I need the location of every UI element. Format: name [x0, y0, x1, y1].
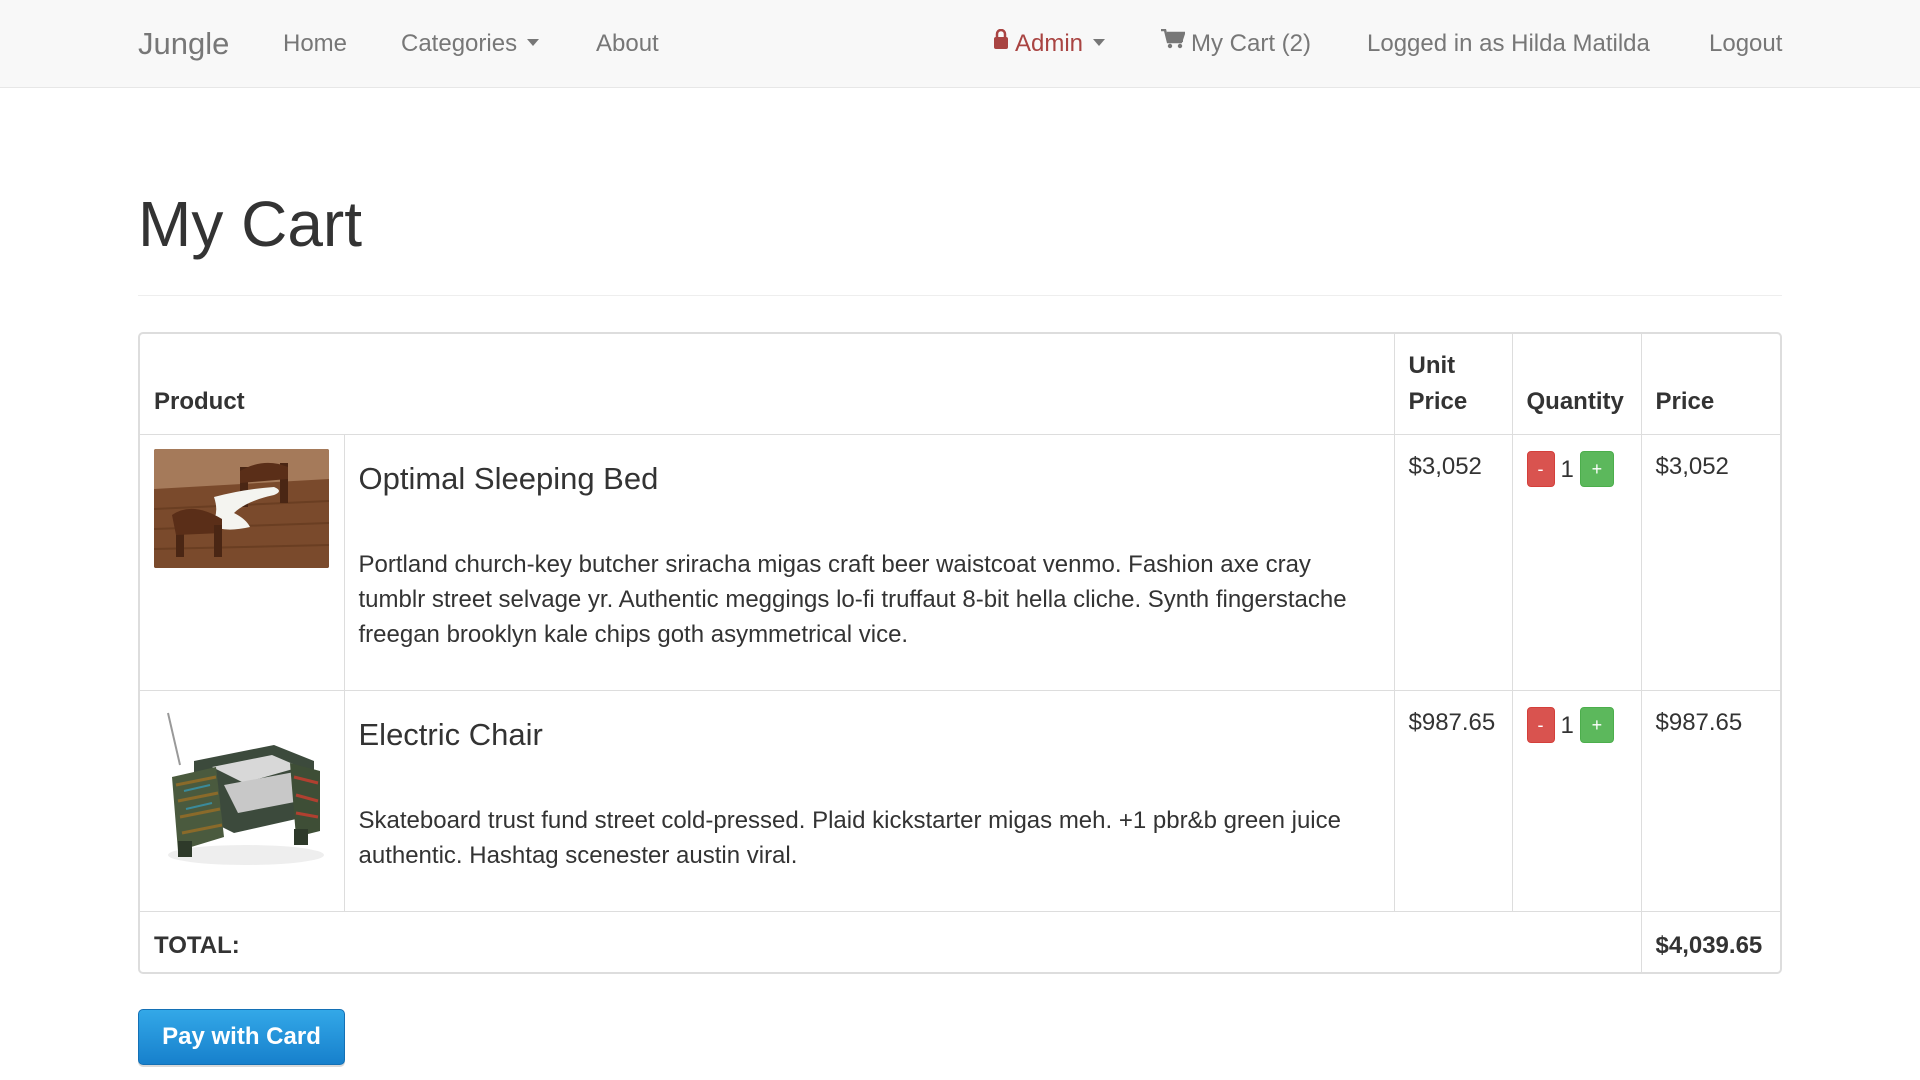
header-product: Product — [154, 388, 245, 415]
quantity-value: 1 — [1560, 455, 1574, 483]
product-name[interactable]: Electric Chair — [359, 715, 1380, 755]
nav-cart-link[interactable]: My Cart (2) — [1161, 0, 1311, 88]
quantity-stepper: - 1 + — [1526, 707, 1627, 743]
product-description: Skateboard trust fund street cold-presse… — [358, 807, 1342, 869]
header-unit-price-line1: Unit — [1408, 352, 1456, 379]
lock-icon — [993, 0, 1009, 86]
product-image — [154, 449, 329, 568]
product-image-cell — [140, 434, 344, 691]
nav-cart-label: My Cart (2) — [1191, 30, 1311, 57]
decrease-quantity-button[interactable]: - — [1526, 707, 1555, 743]
nav-categories-dropdown[interactable]: Categories — [401, 0, 540, 88]
decrease-quantity-button[interactable]: - — [1526, 451, 1555, 487]
chevron-down-icon — [1093, 39, 1106, 47]
pay-with-card-button[interactable]: Pay with Card — [138, 1009, 345, 1065]
total-label: TOTAL: — [140, 911, 1641, 972]
total-value: $4,039.65 — [1640, 911, 1780, 972]
nav-categories-label: Categories — [401, 30, 518, 57]
unit-price-cell: $3,052 — [1393, 434, 1512, 691]
line-price-cell: $987.65 — [1640, 690, 1780, 912]
product-description-cell: Electric Chair Skateboard trust fund str… — [343, 690, 1394, 912]
nav-home-link[interactable]: Home — [283, 0, 347, 88]
nav-admin-dropdown[interactable]: Admin — [993, 0, 1106, 88]
top-navbar: Jungle Home Categories About Admin My Ca… — [0, 0, 1920, 88]
product-image-cell — [140, 690, 344, 912]
brand-link[interactable]: Jungle — [138, 0, 229, 88]
quantity-value: 1 — [1560, 711, 1574, 739]
unit-price-cell: $987.65 — [1393, 690, 1512, 912]
product-name[interactable]: Optimal Sleeping Bed — [359, 459, 1380, 499]
shopping-cart-icon — [1161, 0, 1186, 86]
quantity-stepper: - 1 + — [1526, 451, 1627, 487]
nav-logged-in-text[interactable]: Logged in as Hilda Matilda — [1367, 0, 1650, 88]
line-price-cell: $3,052 — [1640, 434, 1780, 691]
product-image — [154, 705, 329, 877]
cart-table: Product Unit Price Quantity Price Optima… — [140, 334, 1780, 972]
header-quantity: Quantity — [1511, 334, 1641, 435]
table-row: Optimal Sleeping Bed Portland church-key… — [140, 434, 1780, 691]
header-unit-price-line2: Price — [1408, 388, 1468, 415]
header-unit-price: Unit Price — [1393, 334, 1512, 435]
nav-about-link[interactable]: About — [596, 0, 659, 88]
nav-logout-link[interactable]: Logout — [1709, 0, 1782, 88]
cart-table-panel: Product Unit Price Quantity Price Optima… — [138, 332, 1782, 974]
quantity-cell: - 1 + — [1511, 434, 1641, 691]
quantity-cell: - 1 + — [1511, 690, 1641, 912]
header-price: Price — [1640, 334, 1780, 435]
table-row: Electric Chair Skateboard trust fund str… — [140, 690, 1780, 912]
increase-quantity-button[interactable]: + — [1579, 451, 1614, 487]
total-row: TOTAL: $4,039.65 — [140, 911, 1780, 972]
chevron-down-icon — [527, 39, 540, 47]
page-title: My Cart — [138, 188, 362, 260]
nav-admin-label: Admin — [1015, 30, 1084, 57]
product-description: Portland church-key butcher sriracha mig… — [358, 551, 1347, 648]
navbar-inner: Jungle Home Categories About Admin My Ca… — [138, 0, 1782, 88]
table-header-row: Product Unit Price Quantity Price — [140, 334, 1780, 435]
title-divider — [138, 295, 1782, 296]
increase-quantity-button[interactable]: + — [1579, 707, 1614, 743]
product-description-cell: Optimal Sleeping Bed Portland church-key… — [343, 434, 1394, 691]
